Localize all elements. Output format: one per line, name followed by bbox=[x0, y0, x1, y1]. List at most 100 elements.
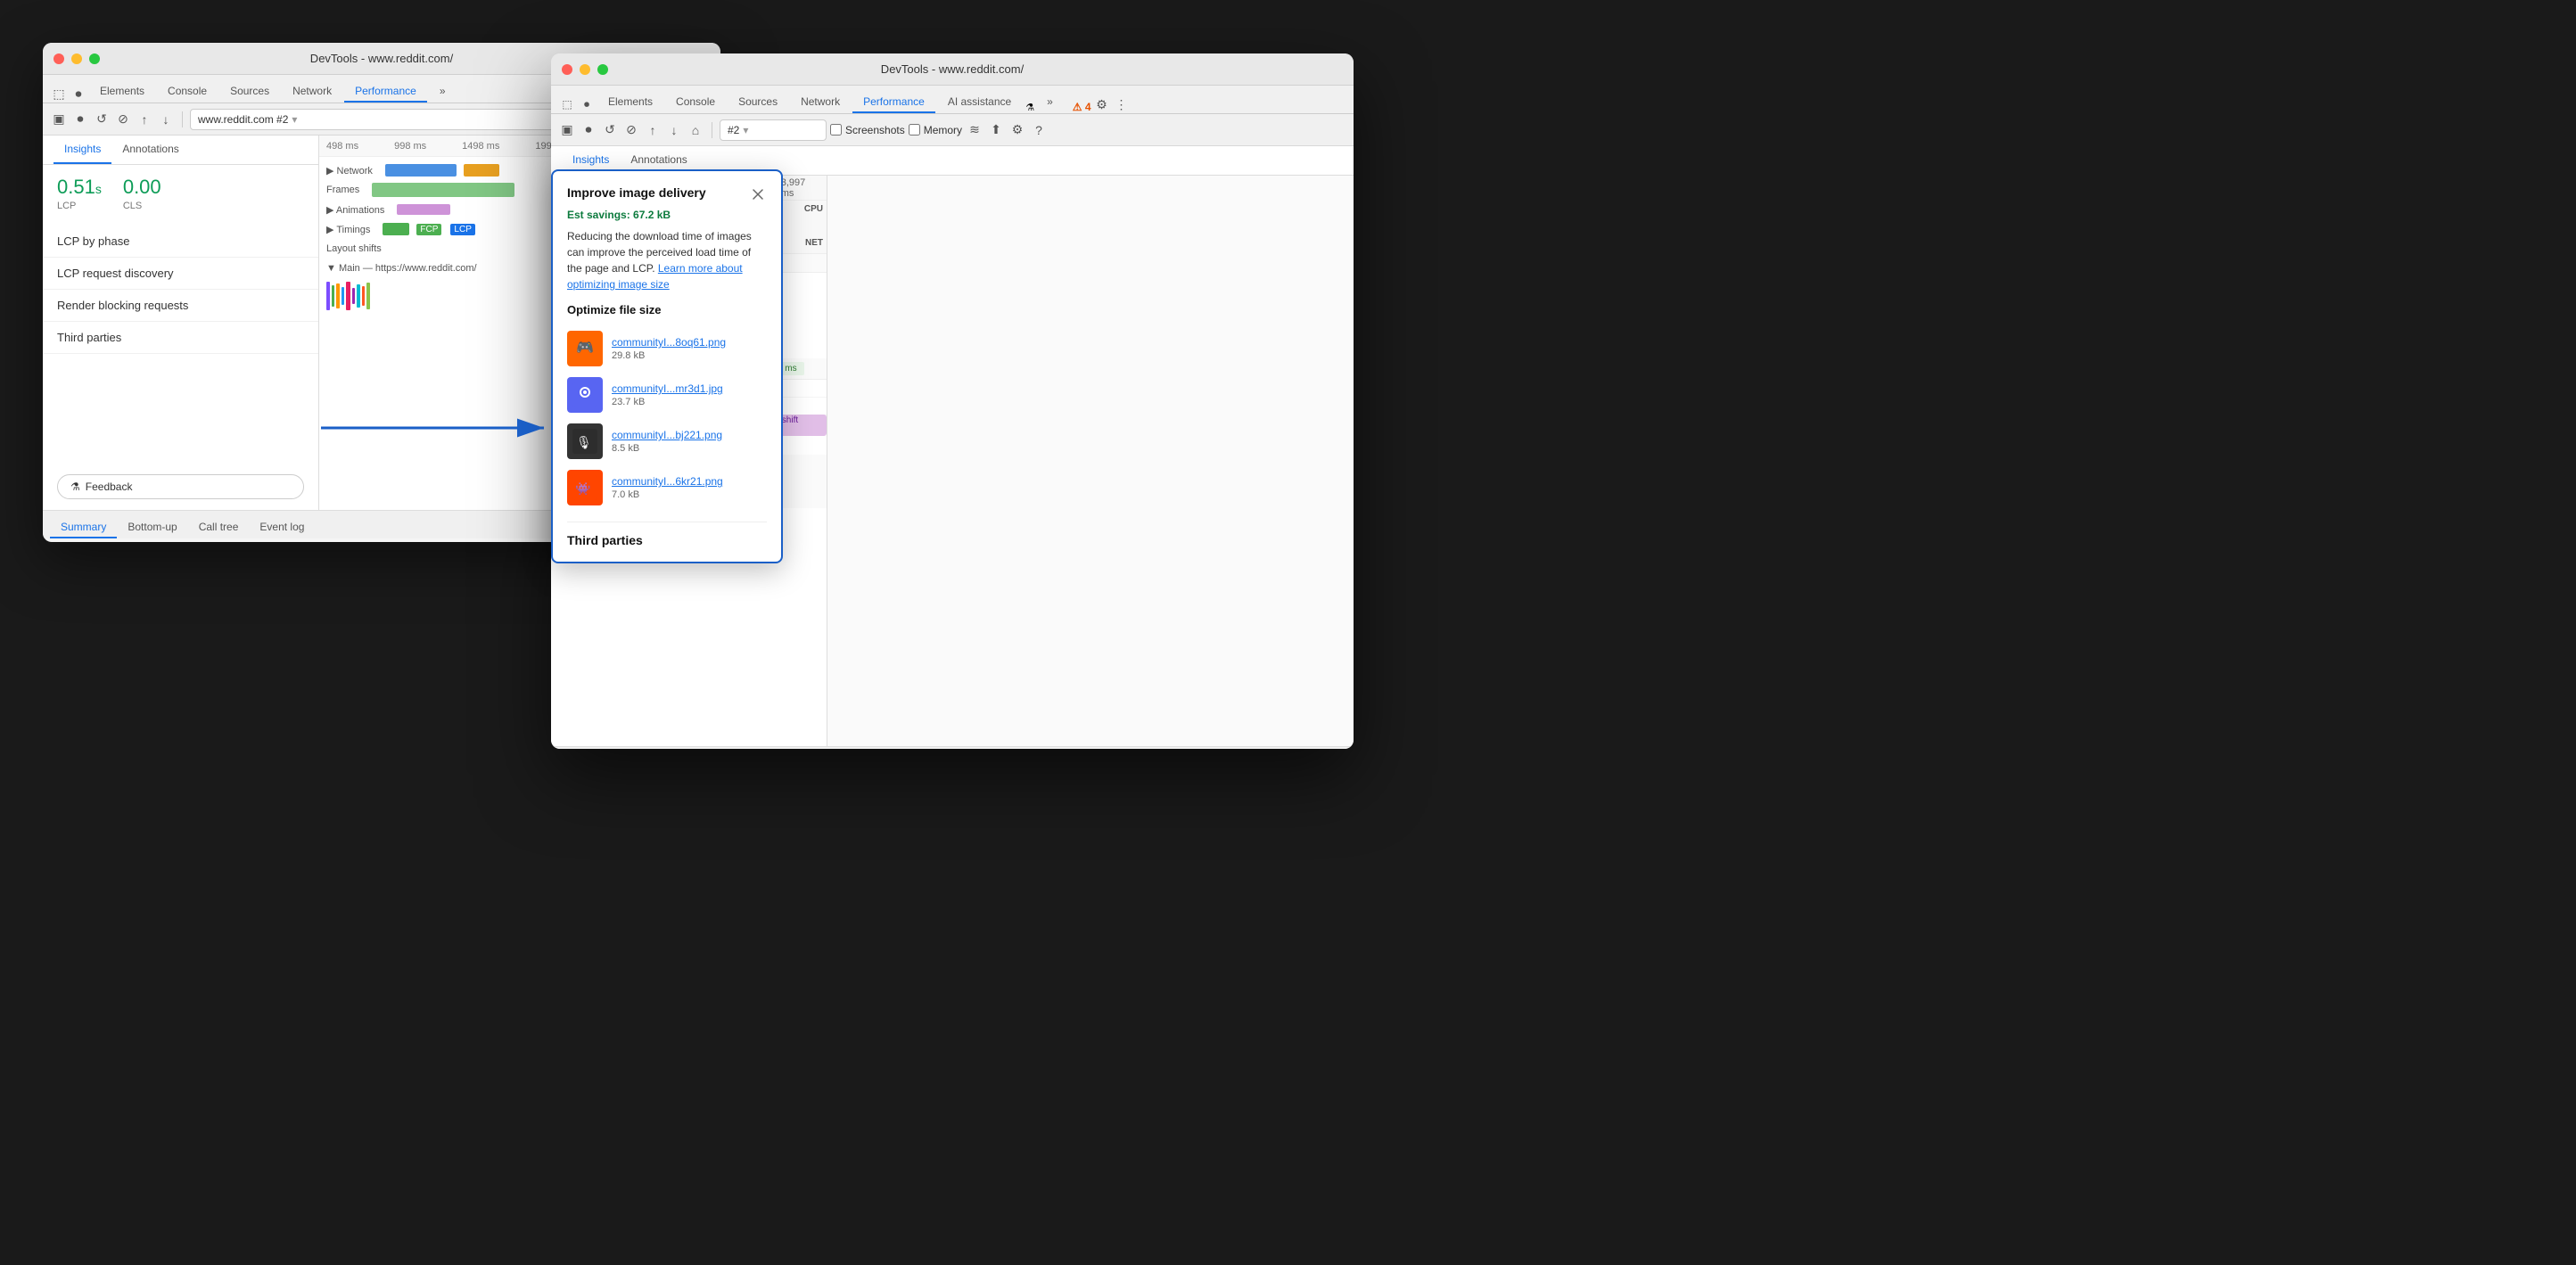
lcp-metric: 0.51s LCP bbox=[57, 176, 102, 211]
record-perf-icon-2[interactable]: ⏺ bbox=[580, 121, 597, 139]
record-perf-icon[interactable]: ⏺ bbox=[71, 111, 89, 128]
settings-icon-2[interactable]: ⚙ bbox=[1093, 95, 1111, 113]
task-bar-purple bbox=[326, 282, 330, 310]
screenshots-checkbox-2[interactable] bbox=[830, 124, 842, 136]
tab-ai-2[interactable]: AI assistance bbox=[937, 92, 1022, 113]
close-icon bbox=[752, 188, 764, 201]
image-item-2[interactable]: 🎙 communityI...bj221.png 8.5 kB bbox=[567, 418, 767, 464]
tab-network-2[interactable]: Network bbox=[790, 92, 851, 113]
close-button-2[interactable] bbox=[562, 64, 572, 75]
screenshots-label-2: Screenshots bbox=[845, 124, 905, 136]
minimize-button-2[interactable] bbox=[580, 64, 590, 75]
feedback-button-1[interactable]: ⚗ Feedback bbox=[57, 474, 304, 499]
insight-lcp-request[interactable]: LCP request discovery bbox=[43, 258, 318, 290]
download-icon-2[interactable]: ↓ bbox=[665, 121, 683, 139]
memory-checkbox-2[interactable] bbox=[909, 124, 920, 136]
tab-sources-1[interactable]: Sources bbox=[219, 81, 280, 103]
network-throttle-icon[interactable]: ≋ bbox=[966, 121, 983, 139]
url-input-2[interactable]: #2 ▾ bbox=[720, 119, 827, 141]
popup-close-button[interactable] bbox=[749, 185, 767, 203]
image-thumb-2: 🎙 bbox=[567, 423, 603, 459]
download-icon[interactable]: ↓ bbox=[157, 111, 175, 128]
tab-performance-1[interactable]: Performance bbox=[344, 81, 427, 103]
image-size-2: 8.5 kB bbox=[612, 443, 722, 454]
maximize-button-2[interactable] bbox=[597, 64, 608, 75]
record-icon-2[interactable]: ⏺ bbox=[578, 95, 596, 113]
panel-icon[interactable]: ▣ bbox=[50, 111, 68, 128]
memory-label-2: Memory bbox=[924, 124, 962, 136]
settings-icon-3[interactable]: ⚙ bbox=[1008, 121, 1026, 139]
clear-icon[interactable]: ⊘ bbox=[114, 111, 132, 128]
image-item-3[interactable]: 👾 communityI...6kr21.png 7.0 kB bbox=[567, 464, 767, 511]
tab-network-1[interactable]: Network bbox=[282, 81, 342, 103]
image-info-2: communityI...bj221.png 8.5 kB bbox=[612, 429, 722, 454]
btab-eventlog-1[interactable]: Event log bbox=[249, 517, 315, 538]
record-icon[interactable]: ⏺ bbox=[70, 85, 87, 103]
task-bar-lightgreen bbox=[366, 283, 370, 309]
perf-toolbar-2: ▣ ⏺ ↺ ⊘ ↑ ↓ ⌂ #2 ▾ Screenshots Memory ≋ … bbox=[551, 114, 1354, 146]
insights-tabs-1: Insights Annotations bbox=[43, 136, 318, 165]
home-icon-2[interactable]: ⌂ bbox=[687, 121, 704, 139]
image-item-1[interactable]: communityI...mr3d1.jpg 23.7 kB bbox=[567, 372, 767, 418]
insight-third-parties[interactable]: Third parties bbox=[43, 322, 318, 354]
image-item-0[interactable]: 🎮 communityI...8oq61.png 29.8 kB bbox=[567, 325, 767, 372]
annotations-tab-1[interactable]: Annotations bbox=[111, 136, 189, 164]
w2-ruler-3: 3,997 ms bbox=[781, 177, 806, 199]
cls-label: CLS bbox=[123, 201, 161, 211]
url-dropdown-2[interactable]: ▾ bbox=[743, 124, 748, 136]
lcp-bar-label: LCP bbox=[450, 224, 474, 235]
btab-summary-1[interactable]: Summary bbox=[50, 517, 117, 538]
help-icon[interactable]: ? bbox=[1030, 121, 1048, 139]
clear-icon-2[interactable]: ⊘ bbox=[622, 121, 640, 139]
insight-render-blocking[interactable]: Render blocking requests bbox=[43, 290, 318, 322]
window-title-1: DevTools - www.reddit.com/ bbox=[310, 52, 453, 65]
minimize-button-1[interactable] bbox=[71, 53, 82, 64]
flask-icon: ⚗ bbox=[1025, 102, 1034, 113]
panel-icon-2[interactable]: ▣ bbox=[558, 121, 576, 139]
url-dropdown-1[interactable]: ▾ bbox=[292, 113, 297, 126]
memory-check-2[interactable]: Memory bbox=[909, 124, 962, 136]
inspect-icon[interactable]: ⬚ bbox=[50, 85, 68, 103]
maximize-button-1[interactable] bbox=[89, 53, 100, 64]
image-info-0: communityI...8oq61.png 29.8 kB bbox=[612, 336, 726, 361]
image-thumb-1 bbox=[567, 377, 603, 413]
insights-panel-1: Insights Annotations 0.51s LCP 0.00 CLS … bbox=[43, 136, 319, 510]
reload-icon-2[interactable]: ↺ bbox=[601, 121, 619, 139]
tab-elements-1[interactable]: Elements bbox=[89, 81, 155, 103]
task-bar-orange bbox=[336, 283, 340, 308]
fcp-label: FCP bbox=[416, 224, 441, 235]
titlebar-2: DevTools - www.reddit.com/ bbox=[551, 53, 1354, 86]
task-bar-violet bbox=[352, 288, 355, 304]
tab-more-2[interactable]: » bbox=[1036, 92, 1064, 113]
tab-elements-2[interactable]: Elements bbox=[597, 92, 663, 113]
tab-sources-2[interactable]: Sources bbox=[728, 92, 788, 113]
lcp-label: LCP bbox=[57, 201, 102, 211]
insight-lcp-phase[interactable]: LCP by phase bbox=[43, 226, 318, 258]
image-name-1[interactable]: communityI...mr3d1.jpg bbox=[612, 382, 723, 395]
image-name-3[interactable]: communityI...6kr21.png bbox=[612, 475, 723, 488]
cpu-throttle-icon[interactable]: ⬆ bbox=[987, 121, 1005, 139]
upload-icon-2[interactable]: ↑ bbox=[644, 121, 662, 139]
screenshots-check-2[interactable]: Screenshots bbox=[830, 124, 905, 136]
close-button-1[interactable] bbox=[53, 53, 64, 64]
insights-tab-1[interactable]: Insights bbox=[53, 136, 111, 164]
btab-calltree-1[interactable]: Call tree bbox=[188, 517, 250, 538]
metrics-row-1: 0.51s LCP 0.00 CLS bbox=[43, 165, 318, 222]
image-preview-1 bbox=[572, 382, 597, 407]
image-name-2[interactable]: communityI...bj221.png bbox=[612, 429, 722, 441]
image-name-0[interactable]: communityI...8oq61.png bbox=[612, 336, 726, 349]
insight-items-1: LCP by phase LCP request discovery Rende… bbox=[43, 222, 318, 464]
inspect-icon-2[interactable]: ⬚ bbox=[558, 95, 576, 113]
more-icon-2[interactable]: ⋮ bbox=[1113, 95, 1131, 113]
image-info-1: communityI...mr3d1.jpg 23.7 kB bbox=[612, 382, 723, 407]
reload-icon[interactable]: ↺ bbox=[93, 111, 111, 128]
task-bar-pink bbox=[346, 282, 350, 310]
tab-console-1[interactable]: Console bbox=[157, 81, 218, 103]
tab-more-1[interactable]: » bbox=[429, 81, 457, 103]
tab-performance-2[interactable]: Performance bbox=[852, 92, 935, 113]
upload-icon[interactable]: ↑ bbox=[136, 111, 153, 128]
btab-bottomup-1[interactable]: Bottom-up bbox=[117, 517, 187, 538]
task-bar-green bbox=[332, 285, 334, 307]
image-thumb-3: 👾 bbox=[567, 470, 603, 505]
tab-console-2[interactable]: Console bbox=[665, 92, 726, 113]
